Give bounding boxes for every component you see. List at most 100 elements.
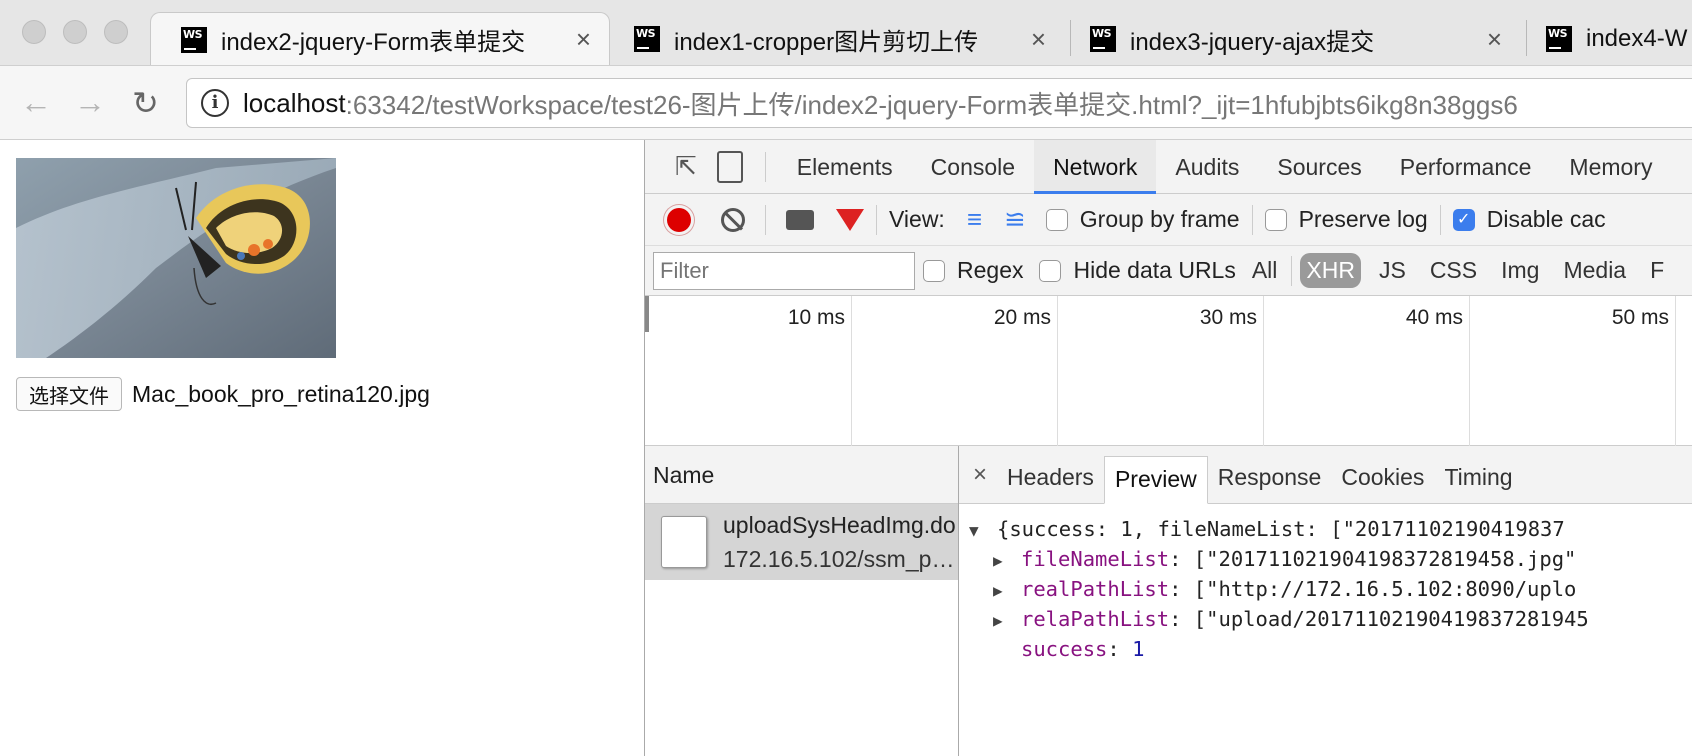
filter-type-xhr[interactable]: XHR [1300,253,1361,288]
screenshot-camera-icon[interactable] [786,209,814,230]
filter-type-img[interactable]: Img [1495,253,1545,288]
filter-type-media[interactable]: Media [1557,253,1632,288]
json-value: ["http://172.16.5.102:8090/uplo [1193,577,1577,601]
tab-title: index3-jquery-ajax提交 [1130,28,1375,56]
toolbar-divider [1251,204,1253,235]
webstorm-favicon-icon: WS [1546,26,1572,52]
request-row[interactable]: uploadSysHeadImg.do 172.16.5.102/ssm_pr… [645,504,958,580]
close-detail-icon[interactable]: × [963,447,997,503]
tab-title: index4-W [1586,25,1688,52]
json-property-line[interactable]: ▶ fileNameList: ["20171102190419837281945… [969,544,1589,574]
json-preview-tree: ▼ {success: 1, fileNameList: ["2017110219… [969,514,1589,664]
json-value: ["201711021904198372819458.jpg" [1193,547,1577,571]
overview-waterfall-icon[interactable]: ≌ [1004,204,1026,235]
browser-tab-index4[interactable]: WS index4-W [1516,12,1692,65]
filter-type-css[interactable]: CSS [1424,253,1483,288]
choose-file-button[interactable]: 选择文件 [16,377,122,411]
json-root-line[interactable]: ▼ {success: 1, fileNameList: ["2017110219… [969,514,1589,544]
hide-data-urls-checkbox[interactable] [1039,259,1062,282]
tab-memory[interactable]: Memory [1550,140,1671,194]
tab-sources[interactable]: Sources [1258,140,1380,194]
json-property-line[interactable]: ▶ realPathList: ["http://172.16.5.102:809… [969,574,1589,604]
network-filter-bar: Regex Hide data URLs All XHR JS CSS Img … [645,246,1692,296]
filter-type-js[interactable]: JS [1373,253,1412,288]
tab-console[interactable]: Console [912,140,1034,194]
reload-icon[interactable]: ↻ [132,84,159,122]
zoom-window-button[interactable] [104,20,128,44]
url-path: :63342/testWorkspace/test26-图片上传/index2-… [345,89,1518,120]
webstorm-favicon-icon: WS [181,26,207,53]
timeline-gridline [1057,296,1058,446]
tab-strip: WS index2-jquery-Form表单提交 × WS index1-cr… [0,0,1692,66]
info-icon[interactable]: i [201,89,229,117]
forward-arrow-icon[interactable]: → [74,84,106,121]
devtools-panel-tabs: ⇱ Elements Console Network Audits Source… [645,140,1692,194]
tab-cookies[interactable]: Cookies [1331,455,1434,503]
minimize-window-button[interactable] [63,20,87,44]
json-property-line: success: 1 [1021,637,1145,661]
tab-elements[interactable]: Elements [778,140,912,194]
browser-tab-index1[interactable]: WS index1-cropper图片剪切上传 × [604,12,1064,65]
expand-triangle-icon[interactable]: ▶ [993,546,1021,576]
tab-close-icon[interactable]: × [1487,24,1502,55]
butterfly-preview-image [16,158,336,358]
filter-type-font[interactable]: F [1644,253,1670,288]
collapse-triangle-icon[interactable]: ▼ [969,516,997,546]
preserve-log-label: Preserve log [1298,206,1428,232]
hide-data-urls-label: Hide data URLs [1073,257,1236,283]
filter-type-all[interactable]: All [1246,253,1284,288]
record-icon[interactable] [667,207,691,232]
file-icon [661,516,707,568]
back-arrow-icon[interactable]: ← [20,84,52,121]
timeline-gridline [1469,296,1470,446]
webstorm-favicon-icon: WS [634,26,660,52]
filter-input[interactable] [653,251,915,290]
webstorm-favicon-icon: WS [1090,26,1116,52]
large-rows-view-icon[interactable]: ≡ [967,204,982,235]
json-key: fileNameList [1021,547,1170,571]
tab-preview[interactable]: Preview [1103,456,1208,504]
json-value: 1 [1132,637,1145,661]
browser-tab-index3[interactable]: WS index3-jquery-ajax提交 × [1060,12,1520,65]
tab-close-icon[interactable]: × [1031,24,1046,55]
browser-tab-index2[interactable]: WS index2-jquery-Form表单提交 × [150,12,610,65]
clear-icon[interactable] [721,207,745,232]
group-by-frame-checkbox[interactable] [1045,208,1068,231]
address-bar[interactable]: i localhost :63342/testWorkspace/test26-… [186,78,1692,128]
json-property-line[interactable]: ▶ relaPathList: ["upload/2017110219041983… [969,604,1589,634]
tab-title: index2-jquery-Form表单提交 [221,29,526,56]
inspect-element-icon[interactable]: ⇱ [675,151,697,182]
tab-performance[interactable]: Performance [1381,140,1551,194]
view-label: View: [889,206,945,232]
disable-cache-checkbox[interactable]: ✓ [1452,208,1475,231]
tab-network[interactable]: Network [1034,140,1157,194]
device-toolbar-icon[interactable] [716,150,743,183]
toolbar-divider [1291,255,1293,286]
expand-triangle-icon[interactable]: ▶ [993,606,1021,636]
filter-funnel-icon[interactable] [836,208,864,231]
page-content: 选择文件 Mac_book_pro_retina120.jpg [0,140,644,756]
network-toolbar: View: ≡ ≌ Group by frame Preserve log ✓ … [645,194,1692,246]
timeline-gridline [1675,296,1676,446]
expand-triangle-icon[interactable]: ▶ [993,576,1021,606]
overview-drag-handle[interactable] [645,296,649,332]
timeline-gridline [1263,296,1264,446]
toolbar-divider [765,204,766,235]
close-window-button[interactable] [22,20,46,44]
network-timeline-overview[interactable]: 10 ms 20 ms 30 ms 40 ms 50 ms [645,296,1692,446]
name-column-header[interactable]: Name [645,446,958,504]
tab-headers[interactable]: Headers [997,455,1104,503]
tab-timing[interactable]: Timing [1434,455,1522,503]
devtools-panel: ⇱ Elements Console Network Audits Source… [644,140,1692,756]
tab-response[interactable]: Response [1208,455,1332,503]
json-key: realPathList [1021,577,1170,601]
preserve-log-checkbox[interactable] [1264,208,1287,231]
tab-audits[interactable]: Audits [1156,140,1258,194]
request-list: Name uploadSysHeadImg.do 172.16.5.102/ss… [645,446,959,756]
group-by-frame-label: Group by frame [1079,206,1240,232]
regex-checkbox[interactable] [923,259,945,282]
tab-close-icon[interactable]: × [576,24,591,55]
toolbar-divider [1439,204,1441,235]
toolbar-divider [764,151,766,182]
timeline-tick-label: 40 ms [1405,306,1463,329]
